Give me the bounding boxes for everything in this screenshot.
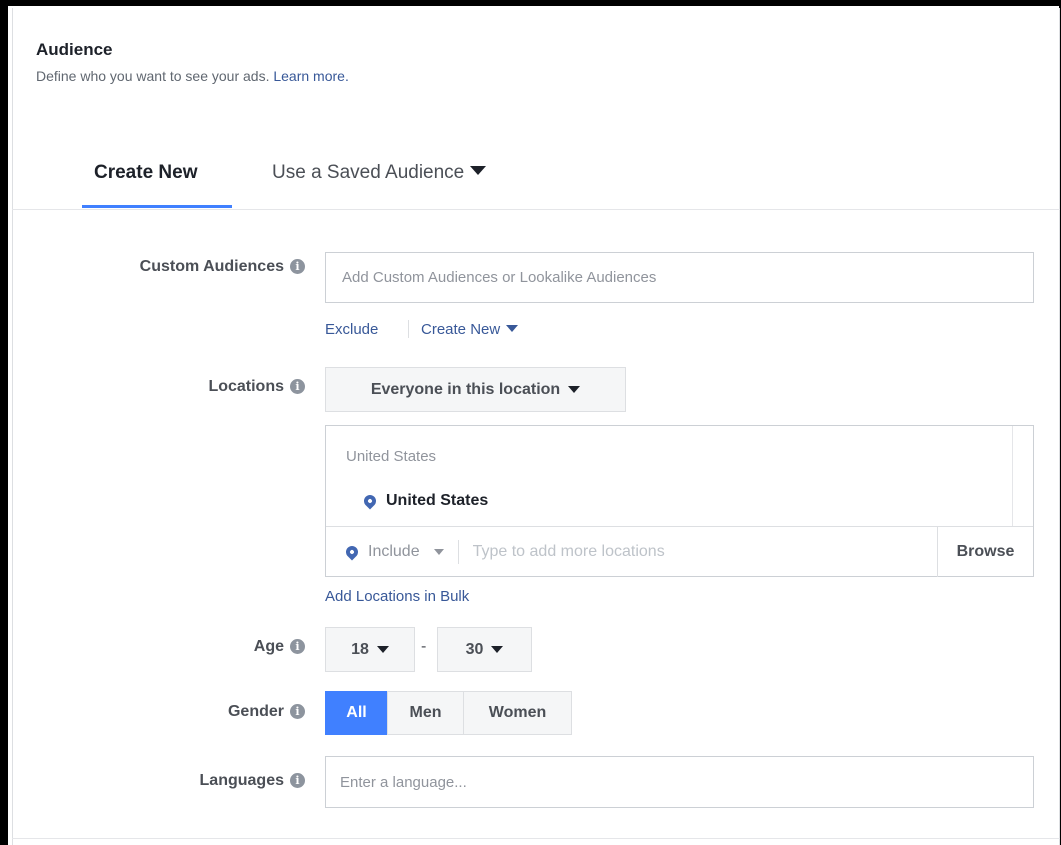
caret-down-icon (376, 646, 389, 653)
selected-location[interactable]: United States (361, 492, 489, 510)
age-label: Age i (35, 638, 305, 656)
info-icon[interactable]: i (290, 259, 305, 274)
link-separator (408, 320, 409, 338)
gender-women-button[interactable]: Women (463, 691, 572, 735)
locations-label: Locations i (35, 378, 305, 396)
gender-label: Gender i (35, 703, 305, 721)
tab-create-new-label: Create New (94, 162, 198, 183)
location-type-label: Everyone in this location (370, 380, 561, 398)
tab-saved-audience[interactable]: Use a Saved Audience (272, 162, 487, 184)
include-dropdown[interactable]: Include (343, 542, 444, 561)
gender-men-button[interactable]: Men (387, 691, 464, 735)
include-label: Include (368, 542, 420, 560)
custom-audiences-placeholder: Add Custom Audiences or Lookalike Audien… (342, 269, 657, 286)
selected-location-label: United States (386, 492, 489, 509)
add-locations-bulk-link[interactable]: Add Locations in Bulk (325, 588, 469, 605)
active-tab-indicator (82, 205, 232, 208)
gender-all-button[interactable]: All (325, 691, 388, 735)
age-label-text: Age (253, 638, 284, 655)
caret-down-icon (506, 325, 519, 332)
caret-down-icon (433, 548, 444, 555)
location-add-row: Include Type to add more locations Brows… (326, 526, 1033, 577)
browse-button[interactable]: Browse (937, 526, 1033, 577)
info-icon[interactable]: i (290, 773, 305, 788)
age-min-value: 18 (351, 640, 369, 658)
panel-bottom-divider (12, 838, 1060, 839)
custom-audiences-input[interactable]: Add Custom Audiences or Lookalike Audien… (325, 252, 1034, 303)
info-icon[interactable]: i (290, 704, 305, 719)
location-pin-icon (361, 492, 379, 510)
create-new-link[interactable]: Create New (421, 321, 519, 338)
location-type-dropdown[interactable]: Everyone in this location (325, 367, 626, 412)
languages-label-text: Languages (199, 772, 284, 789)
audience-tabs: Create New Use a Saved Audience (12, 150, 1060, 210)
subtitle-text: Define who you want to see your ads. (36, 68, 270, 84)
create-new-link-label: Create New (421, 321, 501, 338)
languages-label: Languages i (35, 772, 305, 790)
locations-scrollbar[interactable] (1012, 426, 1013, 526)
caret-down-icon (491, 646, 504, 653)
custom-audiences-label: Custom Audiences i (35, 258, 305, 276)
languages-input[interactable]: Enter a language... (325, 756, 1034, 808)
gender-label-text: Gender (227, 703, 284, 720)
locations-label-text: Locations (208, 378, 284, 395)
info-icon[interactable]: i (290, 639, 305, 654)
age-min-dropdown[interactable]: 18 (325, 627, 415, 672)
caret-down-icon (470, 166, 487, 175)
learn-more-link[interactable]: Learn more. (273, 68, 348, 84)
location-search-placeholder: Type to add more locations (472, 542, 665, 560)
location-group-label: United States (346, 448, 437, 465)
age-max-dropdown[interactable]: 30 (437, 627, 532, 672)
locations-box: United States United States Include Type… (325, 425, 1034, 577)
tab-create-new[interactable]: Create New (94, 162, 198, 184)
location-search-input[interactable]: Type to add more locations (457, 539, 937, 564)
custom-audiences-label-text: Custom Audiences (139, 258, 284, 275)
age-max-value: 30 (465, 640, 484, 658)
age-separator: - (421, 638, 427, 655)
section-title: Audience (36, 40, 113, 59)
info-icon[interactable]: i (290, 379, 305, 394)
section-subtitle: Define who you want to see your ads. Lea… (36, 68, 349, 84)
exclude-link[interactable]: Exclude (325, 321, 378, 338)
location-pin-icon (343, 543, 361, 560)
languages-placeholder: Enter a language... (340, 773, 467, 791)
caret-down-icon (568, 386, 581, 393)
tab-saved-audience-label: Use a Saved Audience (272, 162, 465, 183)
